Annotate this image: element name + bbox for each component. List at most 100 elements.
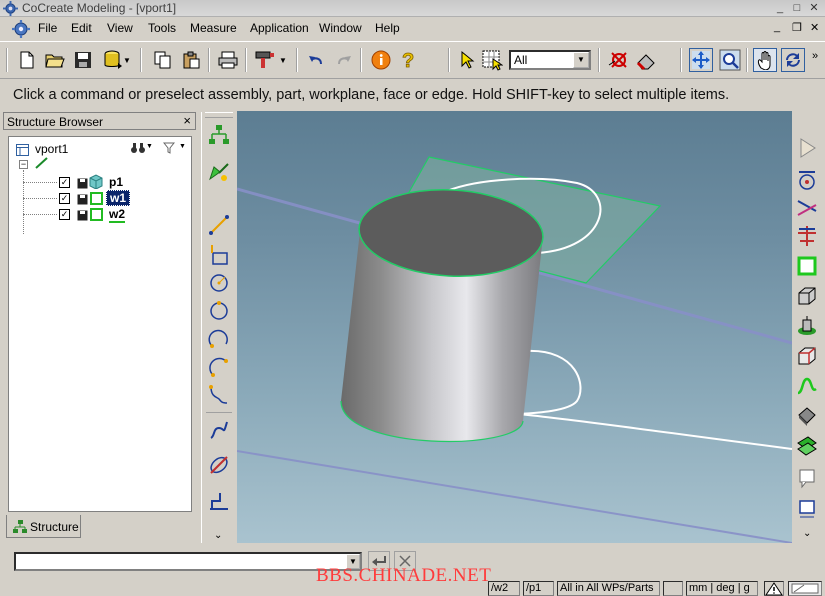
arc-tool[interactable] xyxy=(206,326,232,352)
store-disk-icon xyxy=(77,178,88,189)
circle-tool[interactable] xyxy=(206,270,232,296)
extrude-tool[interactable] xyxy=(794,283,820,309)
help-button[interactable]: ? xyxy=(397,48,421,72)
copy-button[interactable] xyxy=(151,48,175,72)
status-warning[interactable] xyxy=(764,581,784,596)
menu-help[interactable]: Help xyxy=(375,21,400,35)
dimension-tool[interactable] xyxy=(206,488,232,514)
fillet-tool[interactable] xyxy=(206,382,232,408)
line-tool[interactable] xyxy=(206,212,232,238)
minimize-button[interactable]: _ xyxy=(772,1,788,15)
status-units[interactable]: mm | deg | g xyxy=(686,581,758,596)
render-mode-dropdown[interactable]: ▼ xyxy=(277,48,289,72)
menu-edit[interactable]: Edit xyxy=(71,21,92,35)
save-button[interactable] xyxy=(71,48,95,72)
tree-root-label[interactable]: vport1 xyxy=(35,142,68,156)
tree-item-p1-checkbox[interactable]: ✓ xyxy=(59,177,70,188)
paste-button[interactable] xyxy=(179,48,203,72)
filter-dropdown-icon[interactable]: ▼ xyxy=(179,143,186,150)
binoculars-dropdown-icon[interactable]: ▼ xyxy=(146,143,153,150)
tree-item-w2-checkbox[interactable]: ✓ xyxy=(59,209,70,220)
mdi-restore-button[interactable]: ❐ xyxy=(792,21,802,34)
menu-file[interactable]: File xyxy=(38,21,57,35)
tree-item-p1-label[interactable]: p1 xyxy=(109,175,123,189)
mdi-minimize-button[interactable]: _ xyxy=(774,21,780,33)
workplane-angle-tool[interactable] xyxy=(794,195,820,221)
toolbar-overflow-chevron-icon[interactable]: ⌄ xyxy=(214,530,222,541)
axis-tool[interactable] xyxy=(794,223,820,249)
tab-structure[interactable]: Structure xyxy=(6,515,81,538)
workplane-circle-tool[interactable] xyxy=(794,167,820,193)
tree-item-w2-label[interactable]: w2 xyxy=(109,207,126,223)
printer-icon xyxy=(218,51,238,69)
open-button[interactable] xyxy=(43,48,67,72)
redo-button[interactable] xyxy=(332,48,356,72)
toolbar-overflow-chevron-icon[interactable]: ⌄ xyxy=(803,528,811,539)
new-file-button[interactable] xyxy=(15,48,39,72)
model-scene[interactable] xyxy=(237,111,792,543)
selection-filter-select[interactable]: All ▼ xyxy=(509,50,591,70)
assembly-tree-tool[interactable] xyxy=(206,122,232,148)
status-selection-filter[interactable]: All in All WPs/Parts xyxy=(557,581,660,596)
edit-pencil-icon[interactable] xyxy=(35,157,49,169)
menu-measure[interactable]: Measure xyxy=(190,21,237,35)
blend-tool[interactable] xyxy=(794,403,820,429)
axis-line-lower xyxy=(237,450,792,543)
arc-icon xyxy=(208,329,228,348)
graphics-viewport[interactable] xyxy=(237,111,792,543)
structure-browser-close-button[interactable]: × xyxy=(183,113,191,128)
command-line-input[interactable]: ▼ xyxy=(14,552,362,571)
close-button[interactable]: ✕ xyxy=(806,1,822,15)
menu-application[interactable]: Application xyxy=(250,21,309,35)
trim-tool[interactable] xyxy=(206,452,232,478)
document-gear-icon[interactable] xyxy=(12,20,30,38)
tree-item-w1-label[interactable]: w1 xyxy=(106,190,131,206)
mdi-close-button[interactable]: ✕ xyxy=(810,21,819,34)
circle-3point-tool[interactable] xyxy=(206,298,232,324)
menu-window[interactable]: Window xyxy=(319,21,362,35)
box-tool[interactable] xyxy=(794,343,820,369)
menu-tools[interactable]: Tools xyxy=(148,21,176,35)
new-workplane-tool[interactable] xyxy=(794,253,820,279)
print-button[interactable] xyxy=(216,48,240,72)
rotate-view-button[interactable] xyxy=(781,48,805,72)
tree-collapse-toggle[interactable]: − xyxy=(19,160,28,169)
status-active-part[interactable]: /p1 xyxy=(523,581,554,596)
dimension-corner-icon xyxy=(210,493,228,510)
status-active-workplane[interactable]: /w2 xyxy=(488,581,520,596)
rectangle-tool[interactable] xyxy=(206,242,232,268)
select-pointer-button[interactable] xyxy=(455,48,479,72)
spline-tool[interactable] xyxy=(206,417,232,443)
zoom-box-button[interactable] xyxy=(718,48,742,72)
info-button[interactable] xyxy=(369,48,393,72)
toolbar-separator xyxy=(296,48,298,72)
sweep-tool[interactable] xyxy=(794,373,820,399)
status-indicator[interactable] xyxy=(788,581,822,596)
filter-funnel-icon[interactable] xyxy=(163,142,175,154)
delete-selection-button[interactable] xyxy=(634,48,658,72)
play-macro-tool[interactable] xyxy=(794,135,820,161)
part-store-dropdown[interactable]: ▼ xyxy=(122,48,132,72)
undo-button[interactable] xyxy=(304,48,328,72)
app-gear-icon[interactable] xyxy=(3,1,18,16)
menu-view[interactable]: View xyxy=(107,21,133,35)
fit-view-button[interactable] xyxy=(689,48,713,72)
tree-item-w1-checkbox[interactable]: ✓ xyxy=(59,193,70,204)
pattern-tool[interactable] xyxy=(794,433,820,459)
maximize-button[interactable]: □ xyxy=(789,1,805,15)
arc-3point-tool[interactable] xyxy=(206,354,232,380)
pan-view-button[interactable] xyxy=(753,48,777,72)
structure-browser-title: Structure Browser xyxy=(7,115,104,129)
frame-tool[interactable] xyxy=(794,495,820,521)
toolbar-overflow-chevron-icon[interactable]: » xyxy=(812,50,822,62)
chevron-down-icon[interactable]: ▼ xyxy=(573,52,589,68)
part-tool[interactable] xyxy=(206,158,232,184)
mill-tool[interactable] xyxy=(794,313,820,339)
clear-selection-button[interactable] xyxy=(607,48,631,72)
render-mode-button[interactable] xyxy=(253,48,277,72)
comment-tool[interactable] xyxy=(794,465,820,491)
paste-clipboard-icon xyxy=(183,51,200,69)
info-icon xyxy=(371,50,391,70)
select-filter-button[interactable] xyxy=(480,48,504,72)
tree-line xyxy=(23,198,57,199)
